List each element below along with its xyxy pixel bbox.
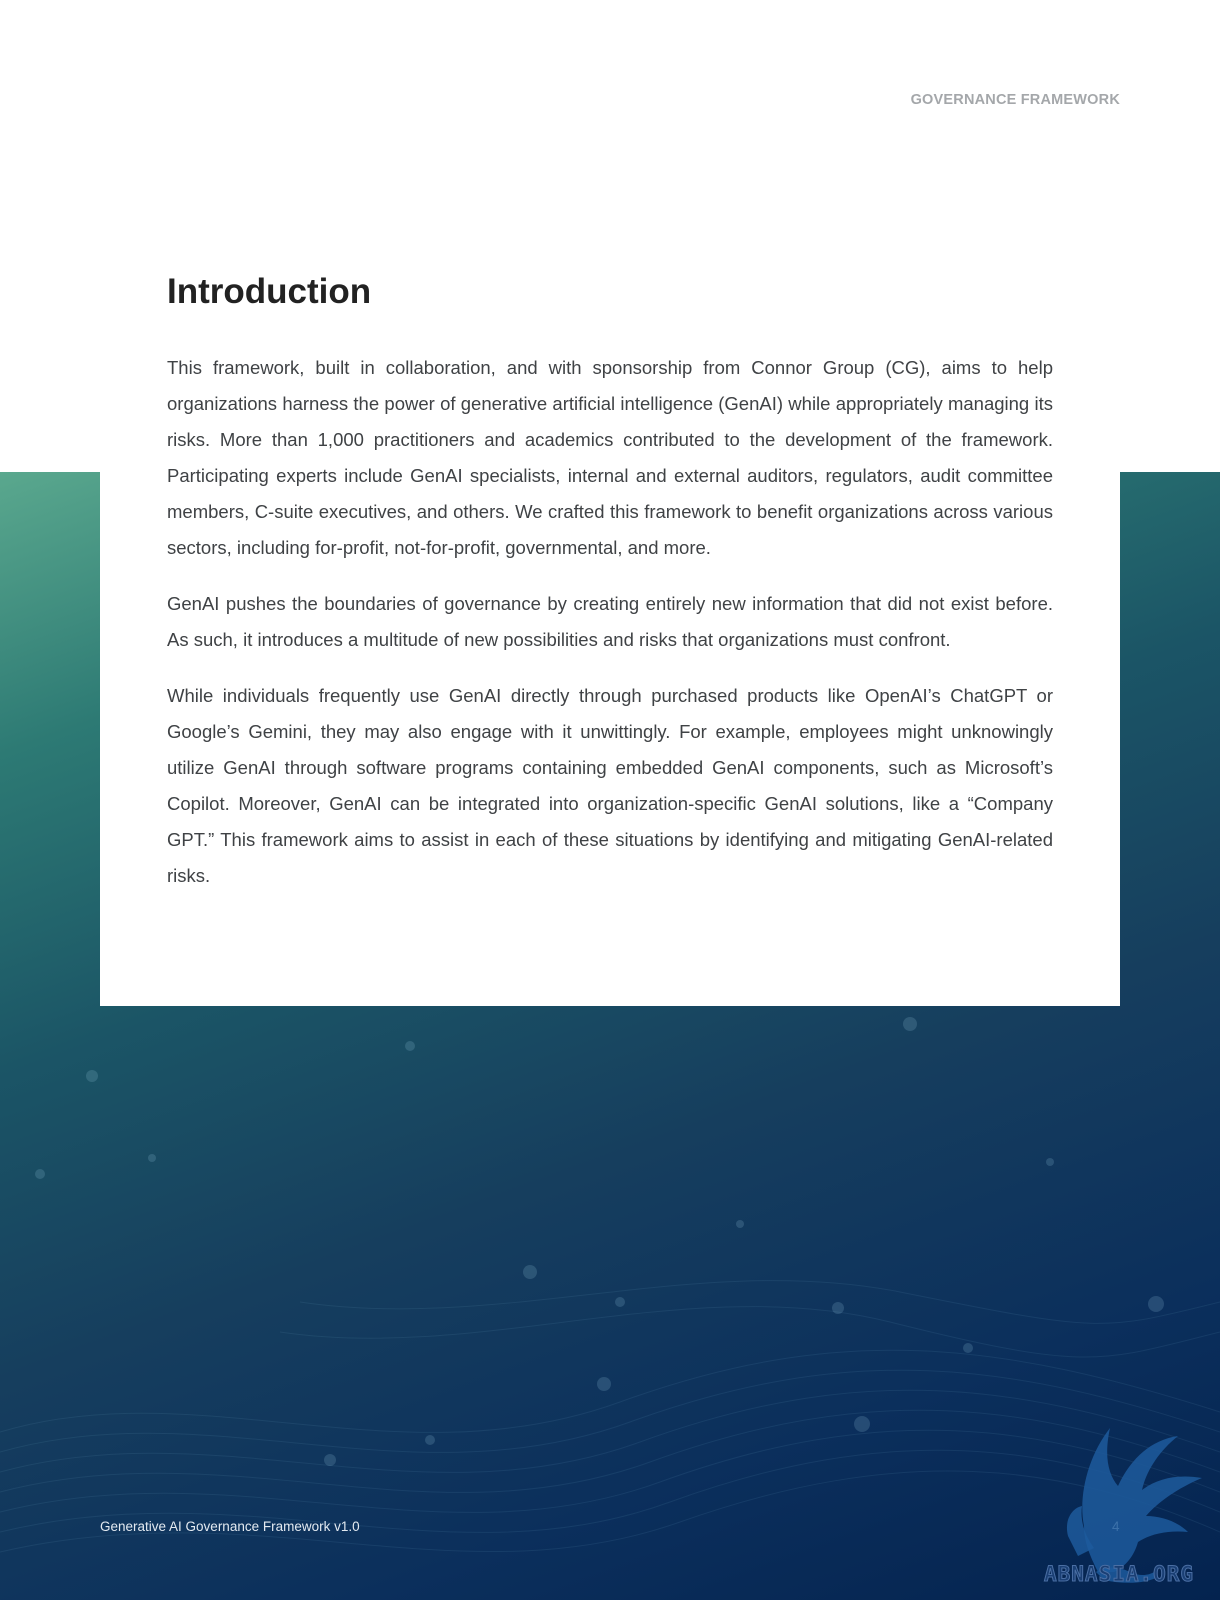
paragraph: This framework, built in collaboration, … [167,357,1053,558]
section-body: Introduction This framework, built in co… [167,272,1053,914]
content-card: Introduction This framework, built in co… [100,248,1120,1006]
paragraph: While individuals frequently use GenAI d… [167,685,1053,886]
watermark-text: ABNASIA.ORG [1043,1562,1195,1587]
running-header: GOVERNANCE FRAMEWORK [910,92,1120,108]
section-title: Introduction [167,272,372,311]
paragraph: GenAI pushes the boundaries of governanc… [167,593,1053,650]
footer-document-title: Generative AI Governance Framework v1.0 [100,1519,360,1534]
